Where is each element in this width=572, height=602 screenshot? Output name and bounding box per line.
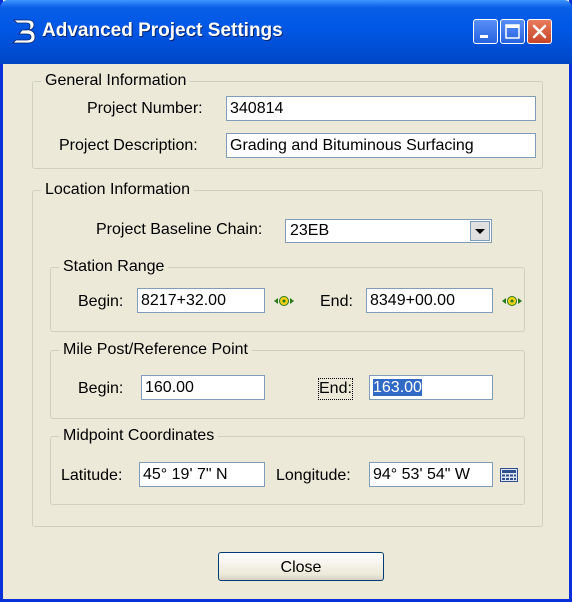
project-description-label: Project Description:: [59, 137, 198, 154]
station-end-input[interactable]: 8349+00.00: [366, 288, 493, 313]
bentley-b-icon: [12, 19, 36, 44]
mile-post-end-selected-text: 163.00: [373, 379, 422, 396]
project-number-input[interactable]: 340814: [226, 96, 536, 121]
maximize-button[interactable]: [500, 19, 525, 44]
baseline-selected-value: 23EB: [290, 222, 330, 239]
station-range-legend: Station Range: [63, 258, 165, 275]
station-begin-pick-icon[interactable]: [274, 294, 294, 308]
mile-post-begin-label: Begin:: [78, 380, 124, 397]
chevron-down-icon: [475, 229, 485, 234]
midpoint-coordinates-legend: Midpoint Coordinates: [63, 427, 215, 444]
station-end-pick-icon[interactable]: [502, 294, 522, 308]
advanced-project-settings-dialog: Advanced Project Settings General Inform…: [0, 0, 572, 602]
close-button[interactable]: Close: [218, 552, 384, 581]
dropdown-arrow-button[interactable]: [470, 221, 490, 241]
longitude-label: Longitude:: [276, 467, 351, 484]
latitude-input[interactable]: 45° 19' 7" N: [139, 462, 265, 487]
station-begin-label: Begin:: [78, 293, 124, 310]
close-window-button[interactable]: [527, 19, 552, 44]
minimize-button[interactable]: [473, 19, 498, 44]
project-baseline-chain-label: Project Baseline Chain:: [96, 221, 263, 238]
project-description-input[interactable]: Grading and Bituminous Surfacing: [226, 133, 536, 158]
longitude-input[interactable]: 94° 53' 54" W: [369, 462, 493, 487]
station-end-label: End:: [320, 293, 353, 310]
mile-post-end-input[interactable]: 163.00: [369, 375, 493, 400]
general-information-legend: General Information: [45, 72, 187, 89]
project-baseline-chain-select[interactable]: 23EB: [285, 219, 492, 243]
title-bar[interactable]: Advanced Project Settings: [0, 0, 572, 64]
location-information-legend: Location Information: [45, 181, 190, 198]
window-title: Advanced Project Settings: [42, 20, 283, 41]
mile-post-end-label: End:: [318, 378, 353, 400]
close-icon: [532, 24, 547, 39]
mile-post-legend: Mile Post/Reference Point: [63, 341, 248, 358]
minimize-icon: [480, 35, 488, 38]
mile-post-begin-input[interactable]: 160.00: [141, 375, 265, 400]
latitude-label: Latitude:: [61, 467, 123, 484]
calculator-icon[interactable]: [500, 468, 518, 482]
station-begin-input[interactable]: 8217+32.00: [137, 288, 265, 313]
maximize-icon: [505, 24, 520, 39]
project-number-label: Project Number:: [87, 100, 203, 117]
